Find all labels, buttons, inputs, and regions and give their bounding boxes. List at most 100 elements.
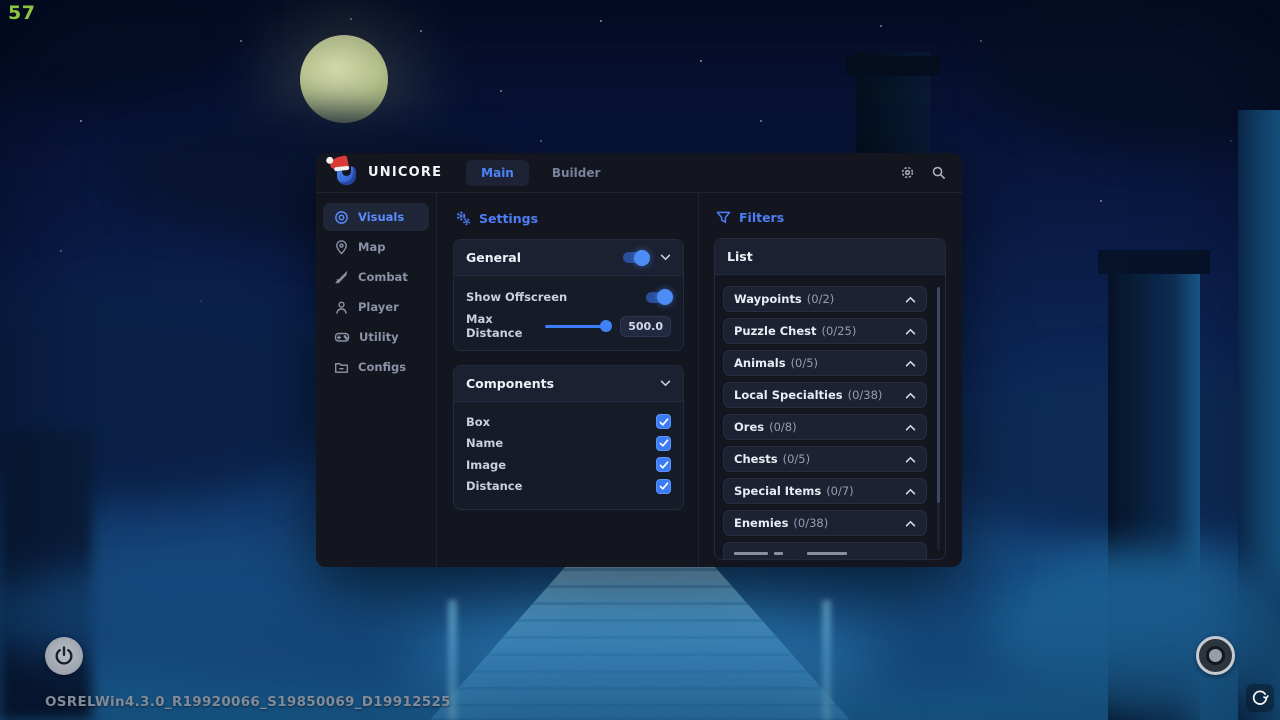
clipped-text xyxy=(734,552,768,555)
filter-list: Waypoints (0/2) Puzzle Chest (0/25) xyxy=(715,275,945,560)
person-icon xyxy=(334,300,349,315)
filters-scrollbar[interactable] xyxy=(937,287,940,551)
filter-label: Chests xyxy=(734,452,778,466)
filter-label: Ores xyxy=(734,420,764,434)
sidebar-item-utility[interactable]: Utility xyxy=(323,323,429,351)
max-distance-label: Max Distance xyxy=(466,312,545,340)
build-version-text: OSRELWin4.3.0_R19920066_S19850069_D19912… xyxy=(45,694,451,710)
sidebar-item-label: Map xyxy=(358,240,385,254)
unicore-window: UNICORE Main Builder xyxy=(316,153,962,567)
filter-count: (0/25) xyxy=(822,324,857,338)
filters-list-card: List Waypoints (0/2) Puzzle Chest (0/25) xyxy=(714,238,946,560)
filters-scrollbar-thumb[interactable] xyxy=(937,287,940,503)
filter-label: Local Specialties xyxy=(734,388,843,402)
pillar-cap xyxy=(846,56,940,76)
filter-count: (0/8) xyxy=(769,420,796,434)
chevron-down-icon[interactable] xyxy=(660,380,671,387)
chevron-up-icon xyxy=(905,520,916,527)
sidebar-item-configs[interactable]: Configs xyxy=(323,353,429,381)
sidebar-item-combat[interactable]: Combat xyxy=(323,263,429,291)
filters-section-header: Filters xyxy=(716,210,946,225)
filter-count: (0/5) xyxy=(783,452,810,466)
circular-arrow-icon xyxy=(1251,689,1269,707)
components-title: Components xyxy=(466,376,554,391)
fps-counter: 57 xyxy=(8,2,35,24)
component-row-distance: Distance xyxy=(454,476,683,498)
filter-item-special-items[interactable]: Special Items (0/7) xyxy=(723,478,927,504)
filter-item-animals[interactable]: Animals (0/5) xyxy=(723,350,927,376)
clipped-text xyxy=(774,552,783,555)
funnel-icon xyxy=(716,210,731,225)
filter-item-ores[interactable]: Ores (0/8) xyxy=(723,414,927,440)
show-offscreen-row: Show Offscreen xyxy=(454,285,683,309)
name-checkbox[interactable] xyxy=(656,436,671,451)
component-label: Image xyxy=(466,458,506,472)
top-tabs: Main Builder xyxy=(466,160,615,186)
cloud xyxy=(980,0,1280,150)
list-title: List xyxy=(727,249,753,264)
filter-item-puzzle-chest[interactable]: Puzzle Chest (0/25) xyxy=(723,318,927,344)
tab-main[interactable]: Main xyxy=(466,160,529,186)
list-card-header: List xyxy=(715,239,945,275)
component-row-image: Image xyxy=(454,454,683,476)
gamepad-icon xyxy=(334,329,350,345)
general-toggle[interactable] xyxy=(623,252,648,263)
chevron-up-icon xyxy=(905,328,916,335)
sidebar-item-label: Configs xyxy=(358,360,406,374)
clipped-text xyxy=(807,552,847,555)
filter-item-waypoints[interactable]: Waypoints (0/2) xyxy=(723,286,927,312)
tab-builder[interactable]: Builder xyxy=(537,160,616,186)
box-checkbox[interactable] xyxy=(656,414,671,429)
power-icon xyxy=(53,645,75,667)
sidebar-item-visuals[interactable]: Visuals xyxy=(323,203,429,231)
gears-icon xyxy=(455,210,471,226)
chevron-up-icon xyxy=(905,424,916,431)
filter-count: (0/5) xyxy=(791,356,818,370)
folder-icon xyxy=(334,360,349,375)
sword-icon xyxy=(334,270,349,285)
sidebar-item-map[interactable]: Map xyxy=(323,233,429,261)
filter-item-chests[interactable]: Chests (0/5) xyxy=(723,446,927,472)
search-icon[interactable] xyxy=(931,165,946,180)
sidebar-item-label: Utility xyxy=(359,330,399,344)
power-button[interactable] xyxy=(45,637,83,675)
loading-spinner xyxy=(1246,684,1274,712)
max-distance-slider[interactable] xyxy=(545,325,609,328)
chevron-down-icon[interactable] xyxy=(660,254,671,261)
filter-item-local-specialties[interactable]: Local Specialties (0/38) xyxy=(723,382,927,408)
max-distance-value[interactable]: 500.0 xyxy=(620,316,671,337)
map-pin-icon xyxy=(334,240,349,255)
max-distance-row: Max Distance 500.0 xyxy=(454,314,683,338)
gear-icon[interactable] xyxy=(900,165,915,180)
filter-count: (0/2) xyxy=(807,292,834,306)
window-header: UNICORE Main Builder xyxy=(316,153,962,193)
chevron-up-icon xyxy=(905,360,916,367)
show-offscreen-toggle[interactable] xyxy=(646,292,671,303)
brand-title: UNICORE xyxy=(368,165,442,180)
filter-label: Special Items xyxy=(734,484,821,498)
cloud xyxy=(990,550,1280,720)
cloud xyxy=(0,0,240,100)
chevron-up-icon xyxy=(905,488,916,495)
image-checkbox[interactable] xyxy=(656,457,671,472)
general-card: General Show Offscreen Max Distance xyxy=(453,239,684,351)
settings-column: Settings General Show Offscreen xyxy=(437,193,699,566)
sidebar: Visuals Map Combat xyxy=(316,193,437,566)
settings-title: Settings xyxy=(479,211,538,226)
distance-checkbox[interactable] xyxy=(656,479,671,494)
chevron-up-icon xyxy=(905,392,916,399)
filter-label: Enemies xyxy=(734,516,788,530)
sidebar-item-player[interactable]: Player xyxy=(323,293,429,321)
chevron-up-icon xyxy=(905,456,916,463)
component-label: Box xyxy=(466,415,490,429)
settings-section-header: Settings xyxy=(455,210,684,226)
general-card-header[interactable]: General xyxy=(454,240,683,276)
component-row-name: Name xyxy=(454,433,683,455)
filter-label: Waypoints xyxy=(734,292,802,306)
filter-item-partial[interactable] xyxy=(723,542,927,560)
component-label: Name xyxy=(466,436,503,450)
lens-button[interactable] xyxy=(1196,636,1235,675)
component-row-box: Box xyxy=(454,411,683,433)
components-card-header[interactable]: Components xyxy=(454,366,683,402)
filter-item-enemies[interactable]: Enemies (0/38) xyxy=(723,510,927,536)
